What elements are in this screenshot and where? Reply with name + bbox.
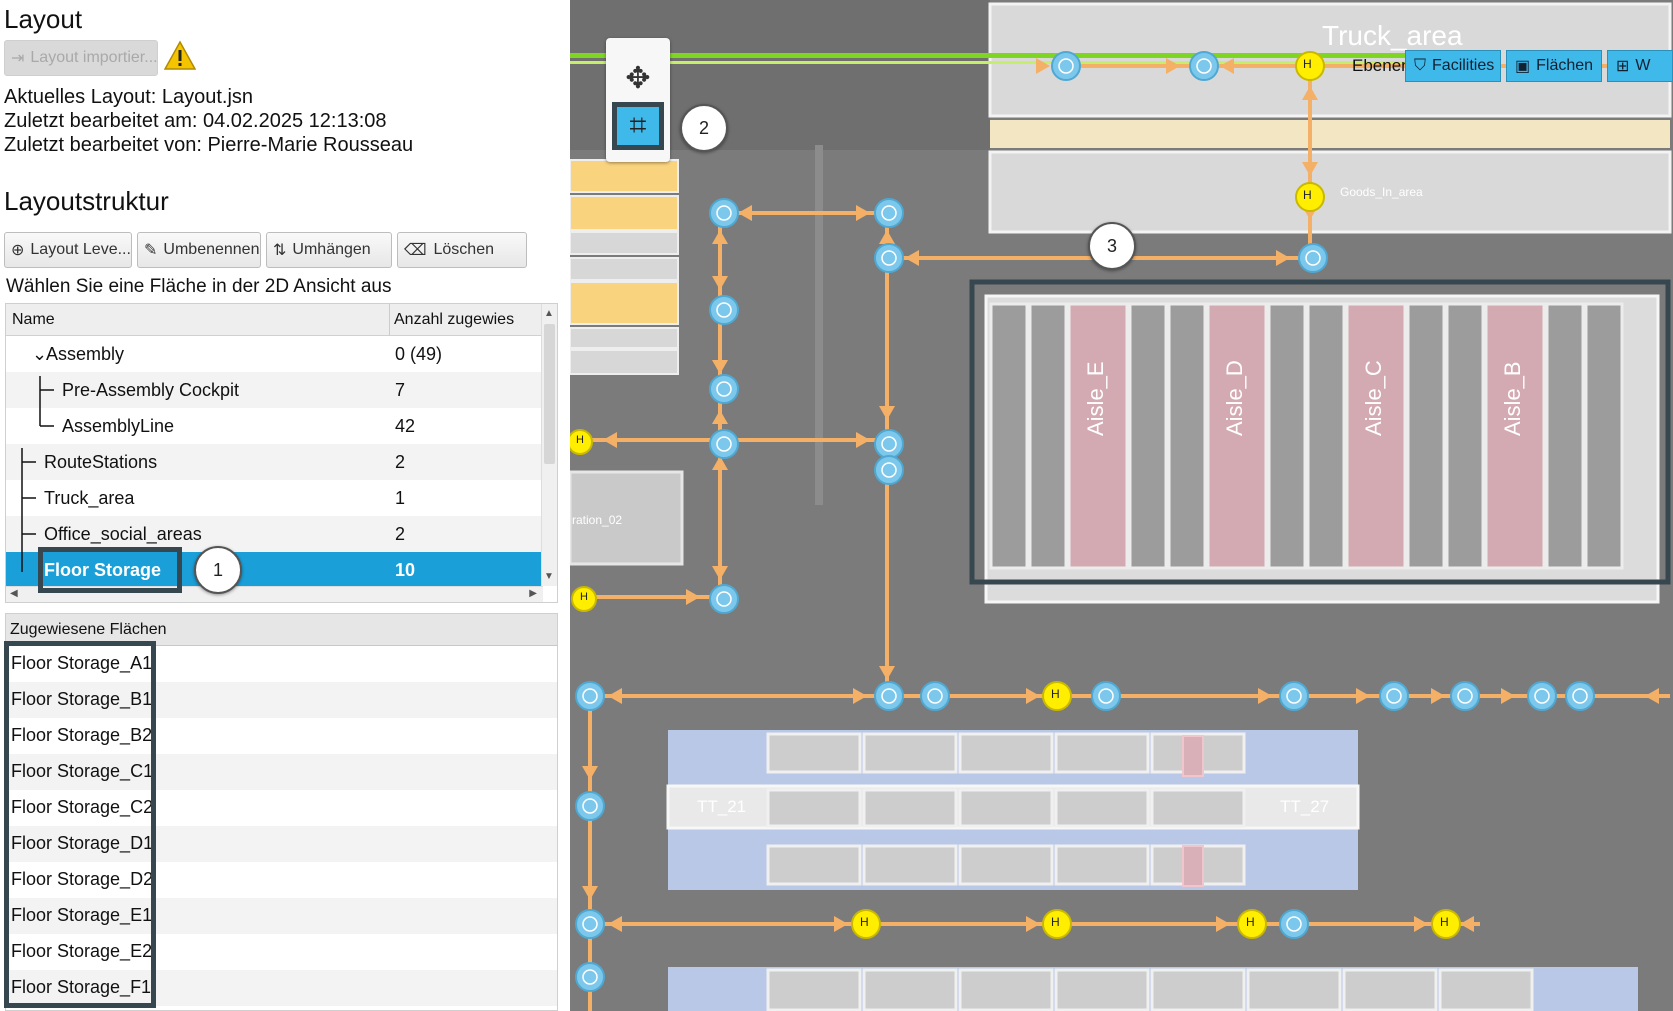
truck-area-label: Truck_area <box>1322 20 1463 51</box>
layout-level-button[interactable]: ⊕ Layout Leve... <box>4 232 132 268</box>
scroll-down-icon[interactable]: ▼ <box>544 571 554 582</box>
tree-row-assembly[interactable]: ⌄ Assembly 0 (49) <box>6 336 543 372</box>
ebenen-label: Ebenen <box>1352 56 1411 75</box>
highlight-assigned-list <box>4 641 156 1008</box>
tab-facilities[interactable]: ⛉ Facilities <box>1405 50 1501 82</box>
station-label: ration_02 <box>572 513 623 527</box>
goods-in-label: Goods_In_area <box>1340 185 1423 199</box>
tab-flaechen-label: Flächen <box>1536 57 1594 74</box>
reassign-button[interactable]: ⇅ Umhängen <box>266 232 392 268</box>
highlight-floor-storage <box>38 547 182 593</box>
tree-row-label: Pre-Assembly Cockpit <box>62 380 240 400</box>
tree-row-count: 10 <box>395 560 416 580</box>
tab-w[interactable]: ⊞ W <box>1607 50 1673 82</box>
column-name[interactable]: Name <box>12 311 55 329</box>
delete-button[interactable]: ⌫ Löschen <box>397 232 527 268</box>
delete-label: Löschen <box>433 241 495 258</box>
tab-facilities-label: Facilities <box>1432 57 1495 74</box>
add-level-icon: ⊕ <box>11 242 25 259</box>
import-icon: ⇥ <box>11 50 25 67</box>
move-icon[interactable]: ✥ <box>612 54 664 102</box>
scroll-left-icon[interactable]: ◀ <box>10 588 18 599</box>
node-h-label: H <box>1303 188 1312 202</box>
tree-row-count: 1 <box>395 488 406 508</box>
node-h-label: H <box>576 434 584 446</box>
tree-row-label: Office_social_areas <box>44 524 202 544</box>
edited-at-text: Zuletzt bearbeitet am: 04.02.2025 12:13:… <box>4 110 387 132</box>
warning-icon[interactable] <box>163 40 197 72</box>
layout-title: Layout <box>4 4 83 34</box>
rename-label: Umbenennen <box>163 241 260 258</box>
selection-hint: Wählen Sie eine Fläche in der 2D Ansicht… <box>6 276 392 297</box>
scroll-up-icon[interactable]: ▲ <box>544 308 554 319</box>
tree-row-assemblyline[interactable]: AssemblyLine 42 <box>6 408 543 444</box>
pencil-icon: ✎ <box>144 242 158 259</box>
area-select-icon[interactable]: ⌗ <box>612 102 664 150</box>
rename-button[interactable]: ✎ Umbenennen <box>137 232 261 268</box>
tree-row-count: 7 <box>395 380 406 400</box>
areas-icon: ▣ <box>1515 58 1531 75</box>
node-h-label: H <box>1440 915 1449 929</box>
layout-panel: Layout ⇥ Layout importier... Aktuelles L… <box>0 0 570 1011</box>
node-h-label: H <box>1303 57 1312 71</box>
tree-row-count: 42 <box>395 416 416 436</box>
tree-row-label: AssemblyLine <box>62 416 175 436</box>
grid-icon: ⊞ <box>1616 58 1630 75</box>
facilities-icon: ⛉ <box>1414 57 1427 74</box>
node-h-label: H <box>1051 687 1060 701</box>
callout-2: 2 <box>680 104 728 152</box>
node-h-label: H <box>580 591 588 603</box>
node-h-label: H <box>860 915 869 929</box>
import-layout-label: Layout importier... <box>30 49 158 66</box>
aisle-label: Aisle_C <box>1361 360 1386 436</box>
tree-row-count: 2 <box>395 524 406 544</box>
tree-row-count: 2 <box>395 452 406 472</box>
map-2d-view[interactable]: H H H H H H H H H Truck_area Ebenen Good… <box>570 0 1673 1011</box>
tree-row-routestations[interactable]: RouteStations 2 <box>6 444 543 480</box>
reassign-icon: ⇅ <box>273 242 287 259</box>
layout-level-label: Layout Leve... <box>30 241 131 258</box>
column-count[interactable]: Anzahl zugewies. <box>394 311 514 329</box>
floor-plan-canvas[interactable] <box>570 0 1673 1011</box>
tree-header: Name Anzahl zugewies. <box>6 304 543 336</box>
tt-27-label: TT_27 <box>1280 797 1330 816</box>
aisle-label: Aisle_E <box>1083 361 1108 436</box>
reassign-label: Umhängen <box>292 241 371 258</box>
scroll-right-icon[interactable]: ▶ <box>529 588 537 599</box>
eraser-icon: ⌫ <box>404 242 427 259</box>
tree-row-count: 0 (49) <box>395 344 443 364</box>
callout-1: 1 <box>194 546 242 594</box>
tree-row-truck-area[interactable]: Truck_area 1 <box>6 480 543 516</box>
edited-by-text: Zuletzt bearbeitet von: Pierre-Marie Rou… <box>4 134 414 156</box>
current-layout-text: Aktuelles Layout: Layout.jsn <box>4 86 254 108</box>
tree-row-pre-assembly[interactable]: Pre-Assembly Cockpit 7 <box>6 372 543 408</box>
import-layout-button[interactable]: ⇥ Layout importier... <box>4 40 158 76</box>
node-h-label: H <box>1246 915 1255 929</box>
tt-21-label: TT_21 <box>697 797 747 816</box>
node-h-label: H <box>1051 915 1060 929</box>
tab-w-label: W <box>1635 57 1651 74</box>
aisle-label: Aisle_B <box>1500 361 1525 436</box>
structure-title: Layoutstruktur <box>4 186 169 216</box>
tab-flaechen[interactable]: ▣ Flächen <box>1506 50 1602 82</box>
map-toolbox: ✥ ⌗ <box>606 38 670 162</box>
callout-3: 3 <box>1088 222 1136 270</box>
tree-vertical-scrollbar[interactable]: ▲ ▼ <box>541 304 557 586</box>
aisle-label: Aisle_D <box>1222 360 1247 436</box>
tree-scroll-thumb[interactable] <box>544 324 555 464</box>
